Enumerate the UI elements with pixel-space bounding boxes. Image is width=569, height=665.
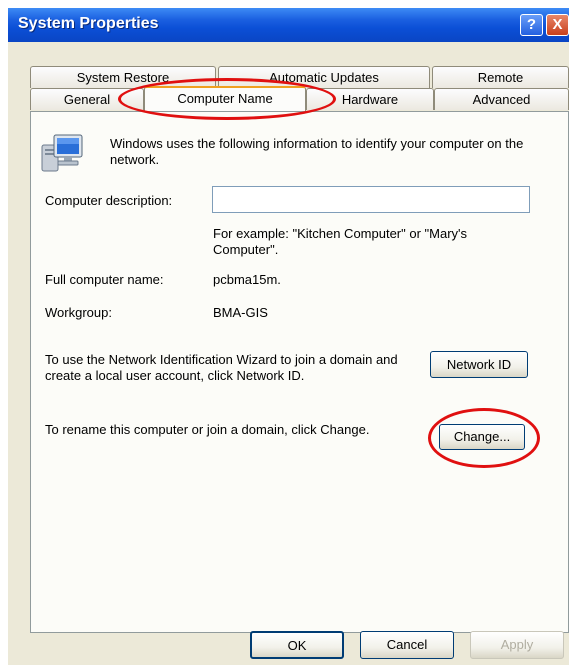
title-bar[interactable]: System Properties ? X xyxy=(8,8,569,42)
cancel-button[interactable]: Cancel xyxy=(360,631,454,659)
rename-instructions: To rename this computer or join a domain… xyxy=(45,422,370,437)
workgroup-label: Workgroup: xyxy=(45,305,112,320)
system-properties-window: System Properties ? X System Restore Aut… xyxy=(8,8,569,665)
workgroup-value: BMA-GIS xyxy=(213,305,268,320)
intro-text: Windows uses the following information t… xyxy=(110,136,524,167)
tab-advanced[interactable]: Advanced xyxy=(434,88,569,110)
full-computer-name-label: Full computer name: xyxy=(45,272,164,287)
network-id-button[interactable]: Network ID xyxy=(430,351,528,378)
help-button[interactable]: ? xyxy=(520,14,543,36)
highlight-circle-tab xyxy=(118,78,336,120)
window-title: System Properties xyxy=(18,15,159,32)
tab-remote[interactable]: Remote xyxy=(432,66,569,88)
ok-button[interactable]: OK xyxy=(250,631,344,659)
computer-icon xyxy=(40,133,84,173)
apply-button[interactable]: Apply xyxy=(470,631,564,659)
computer-description-input[interactable] xyxy=(212,186,530,213)
close-button[interactable]: X xyxy=(546,14,569,36)
computer-description-label: Computer description: xyxy=(45,193,173,208)
example-text: For example: "Kitchen Computer" or "Mary… xyxy=(213,226,468,257)
highlight-circle-change xyxy=(428,408,540,468)
full-computer-name-value: pcbma15m. xyxy=(213,272,281,287)
network-id-instructions: To use the Network Identification Wizard… xyxy=(45,352,398,383)
